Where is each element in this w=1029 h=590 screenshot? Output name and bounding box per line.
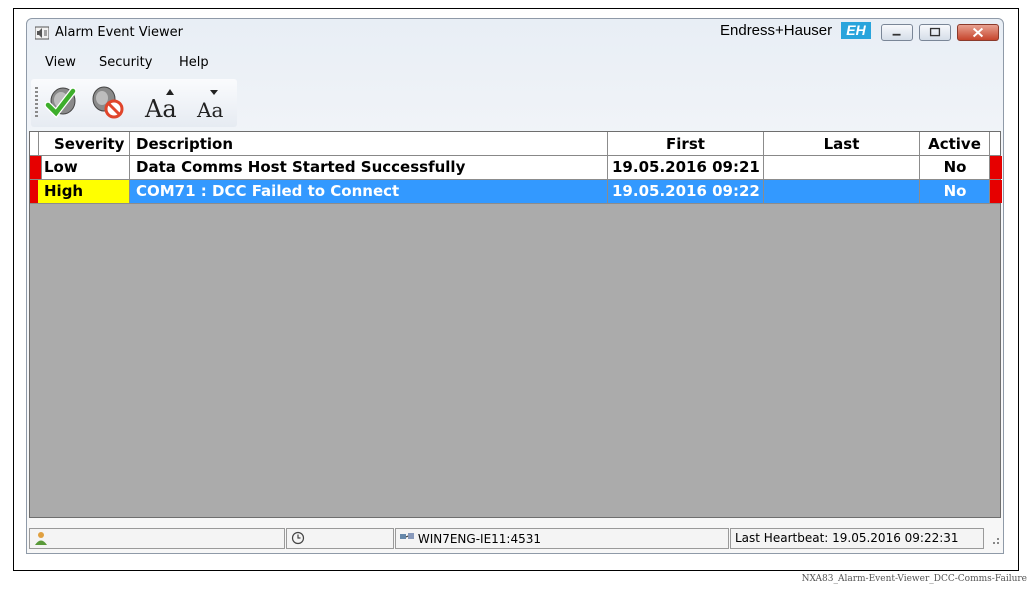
window-title: Alarm Event Viewer — [55, 25, 183, 40]
decrease-font-icon: Aa — [196, 90, 223, 122]
increase-font-icon: Aa — [144, 89, 177, 123]
brand-name: Endress+Hauser — [720, 22, 833, 39]
mute-speaker-icon — [92, 86, 124, 119]
alarm-grid[interactable]: Severity Description First Last Active L… — [29, 131, 1002, 518]
figure-caption: NXA83_Alarm-Event-Viewer_DCC-Comms-Failu… — [801, 574, 1027, 584]
increase-font-button[interactable]: Aa — [143, 83, 189, 123]
status-server-panel: WIN7ENG-IE11:4531 — [395, 528, 729, 549]
description-cell: Data Comms Host Started Successfully — [130, 156, 608, 179]
header-severity[interactable]: Severity — [38, 132, 130, 155]
acknowledge-speaker-icon — [44, 87, 77, 119]
active-cell: No — [920, 156, 990, 179]
header-active[interactable]: Active — [920, 132, 990, 155]
alarm-end-marker — [990, 180, 1002, 203]
maximize-button[interactable] — [919, 24, 951, 41]
grid-header: Severity Description First Last Active — [30, 132, 1000, 156]
frame-top-border — [13, 8, 1019, 9]
mute-alarms-button[interactable] — [87, 83, 127, 123]
user-icon — [35, 532, 47, 545]
first-cell: 19.05.2016 09:22 — [608, 180, 764, 203]
decrease-font-button[interactable]: Aa — [193, 83, 235, 123]
active-cell: No — [920, 180, 990, 203]
menu-view[interactable]: View — [41, 55, 80, 70]
menu-security[interactable]: Security — [95, 55, 156, 70]
decrease-font-label: Aa — [196, 98, 223, 122]
resize-grip-icon[interactable] — [987, 532, 1001, 546]
app-speaker-icon — [35, 26, 49, 40]
clock-icon — [291, 531, 305, 545]
frame-right-border — [1018, 8, 1019, 570]
menu-help[interactable]: Help — [175, 55, 213, 70]
status-heartbeat-panel: Last Heartbeat: 19.05.2016 09:22:31 — [730, 528, 984, 549]
alarm-row-selected[interactable]: High COM71 : DCC Failed to Connect 19.05… — [30, 180, 1002, 204]
menu-bar: View Security Help — [27, 53, 1003, 75]
last-cell — [764, 156, 920, 179]
alarm-row[interactable]: Low Data Comms Host Started Successfully… — [30, 156, 1002, 180]
frame-left-border — [13, 8, 14, 570]
header-end — [990, 132, 1002, 155]
close-icon — [972, 27, 984, 38]
first-cell: 19.05.2016 09:21 — [608, 156, 764, 179]
header-description[interactable]: Description — [130, 132, 608, 155]
increase-font-label: Aa — [144, 95, 177, 123]
minimize-button[interactable] — [881, 24, 913, 41]
network-icon — [400, 533, 414, 539]
brand-logo: EH — [841, 22, 871, 39]
description-cell: COM71 : DCC Failed to Connect — [130, 180, 608, 203]
severity-cell-high: High — [38, 180, 130, 203]
frame-bottom-border — [13, 570, 1019, 571]
toolbar: Aa Aa — [31, 79, 237, 127]
close-button[interactable] — [957, 24, 999, 41]
last-cell — [764, 180, 920, 203]
server-address: WIN7ENG-IE11:4531 — [417, 532, 542, 546]
heartbeat-text: Last Heartbeat: 19.05.2016 09:22:31 — [735, 531, 959, 545]
severity-cell: Low — [38, 156, 130, 179]
alarm-event-viewer-window: Alarm Event Viewer Endress+Hauser EH Vie… — [26, 18, 1004, 554]
acknowledge-alarms-button[interactable] — [43, 83, 83, 123]
status-clock-panel — [286, 528, 394, 549]
toolbar-grip[interactable] — [35, 87, 38, 119]
header-first[interactable]: First — [608, 132, 764, 155]
header-last[interactable]: Last — [764, 132, 920, 155]
status-bar: WIN7ENG-IE11:4531 Last Heartbeat: 19.05.… — [29, 528, 1001, 550]
alarm-end-marker — [990, 156, 1002, 179]
status-user-panel — [29, 528, 285, 549]
maximize-icon — [929, 27, 941, 37]
minimize-icon — [892, 33, 901, 36]
title-bar[interactable]: Alarm Event Viewer Endress+Hauser EH — [27, 19, 1003, 47]
